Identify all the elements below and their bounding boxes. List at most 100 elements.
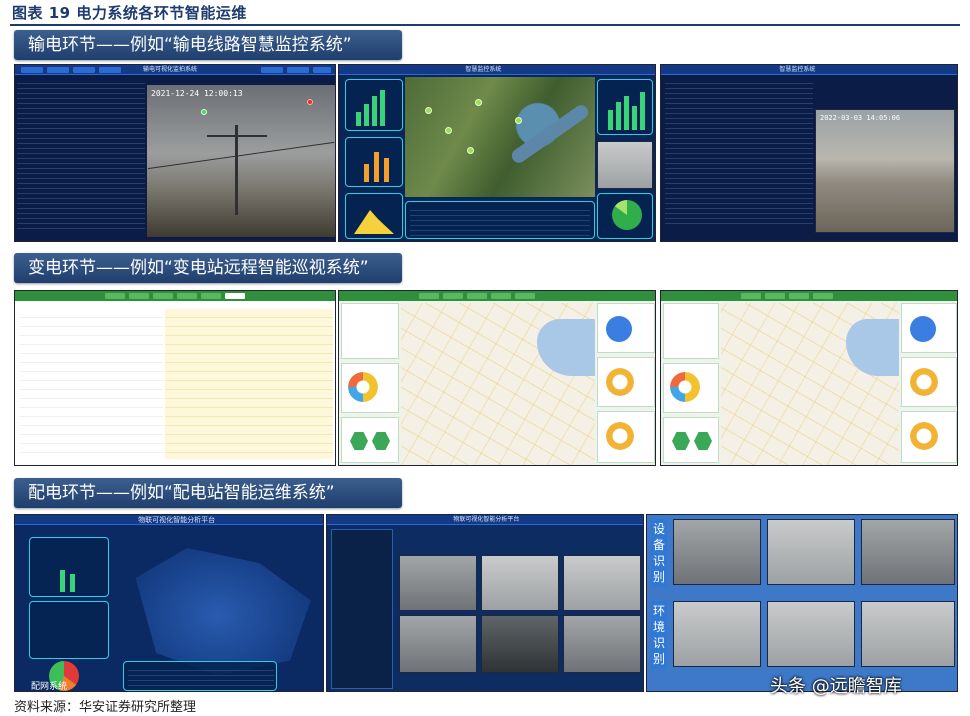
hexagon-widget	[663, 417, 719, 463]
camera-feed[interactable]	[481, 555, 559, 611]
environment-camera[interactable]	[673, 601, 761, 667]
donut-chart	[670, 372, 700, 402]
nav-tab[interactable]	[153, 293, 173, 299]
device-stats-widget	[29, 601, 109, 659]
equipment-camera[interactable]	[673, 519, 761, 585]
pie-chart	[910, 316, 936, 342]
stats-widget-pie	[597, 193, 653, 239]
tower-crossarm	[207, 135, 267, 137]
transmission-map-screen: 智慧监控系统	[338, 64, 656, 242]
screen-header: 物联可视化智能分析平台	[453, 516, 520, 523]
chart-bar	[624, 96, 629, 130]
section-banner-distribution: 配电环节——例如“配电站智能运维系统”	[14, 478, 402, 508]
nav-tab[interactable]	[813, 293, 833, 299]
toolbar-button[interactable]	[261, 67, 283, 73]
substation-map-screen	[338, 290, 656, 466]
hexagon-icon	[694, 432, 712, 450]
transmission-site-screen: 智慧监控系统 2022-03-03 14:05:06	[660, 64, 958, 242]
nav-tab[interactable]	[789, 293, 809, 299]
donut-widget	[597, 357, 655, 407]
point-list-table	[19, 309, 163, 459]
nav-tab[interactable]	[443, 293, 463, 299]
screen-header: 输电可视化监拍系统	[143, 66, 198, 73]
screen-topbar: 输电可视化监拍系统	[15, 65, 335, 75]
nav-tab[interactable]	[467, 293, 487, 299]
status-widget	[901, 303, 957, 353]
nav-tab[interactable]	[765, 293, 785, 299]
transmission-camera-screen: 输电可视化监拍系统 2021-12-24 12:00:13	[14, 64, 336, 242]
alarm-table	[405, 201, 595, 239]
camera-feed[interactable]	[399, 615, 477, 673]
camera-timestamp: 2021-12-24 12:00:13	[151, 89, 243, 98]
toolbar-button[interactable]	[313, 67, 331, 73]
nav-tab[interactable]	[177, 293, 197, 299]
camera-feed[interactable]	[563, 615, 641, 673]
road-map[interactable]	[401, 303, 595, 465]
device-count-widget	[341, 303, 399, 359]
chart-bar	[356, 112, 361, 126]
toolbar-button[interactable]	[287, 67, 309, 73]
camera-feed[interactable]	[563, 555, 641, 611]
site-pin-icon[interactable]	[425, 107, 432, 114]
site-pin-icon[interactable]	[445, 127, 452, 134]
stats-widget-bars	[29, 537, 109, 597]
satellite-map[interactable]	[405, 77, 595, 197]
road-map[interactable]	[721, 303, 899, 465]
record-table	[665, 79, 813, 224]
section-banner-substation: 变电环节——例如“变电站远程智能巡视系统”	[14, 253, 402, 283]
donut-widget	[341, 363, 399, 413]
hexagon-icon	[672, 432, 690, 450]
nav-tab-active[interactable]	[225, 293, 245, 299]
sea-area	[536, 319, 595, 376]
chart-bar	[616, 102, 621, 130]
toolbar-button[interactable]	[99, 67, 121, 73]
distribution-video-screen: 物联可视化智能分析平台	[326, 514, 644, 692]
camera-feed[interactable]	[399, 555, 477, 611]
nav-tab[interactable]	[491, 293, 511, 299]
chart-bar	[632, 106, 637, 130]
chart-bar	[380, 90, 385, 126]
nav-tab[interactable]	[129, 293, 149, 299]
toolbar-button[interactable]	[73, 67, 95, 73]
donut-chart	[606, 422, 634, 450]
nav-tab[interactable]	[105, 293, 125, 299]
toolbar-button[interactable]	[47, 67, 69, 73]
donut-chart	[606, 368, 634, 396]
nav-tab[interactable]	[201, 293, 221, 299]
screen-topbar: 智慧监控系统	[339, 65, 655, 75]
substation-map-screen-2	[660, 290, 958, 466]
title-divider	[10, 24, 960, 26]
chart-bar	[372, 96, 377, 126]
site-photo[interactable]	[597, 141, 653, 189]
chart-bar	[608, 110, 613, 130]
nav-tab[interactable]	[741, 293, 761, 299]
environment-camera[interactable]	[767, 601, 855, 667]
distribution-platform-screen: 物联可视化智能分析平台 配网系统	[14, 514, 324, 692]
toolbar-button[interactable]	[21, 67, 43, 73]
site-pin-icon[interactable]	[475, 99, 482, 106]
nav-tab[interactable]	[419, 293, 439, 299]
site-pin-icon[interactable]	[467, 147, 474, 154]
distribution-recognition-screen: 设备识别 环境识别	[646, 514, 958, 692]
donut-widget	[901, 411, 957, 463]
chart-bar	[384, 158, 389, 182]
gauge-camera[interactable]	[767, 519, 855, 585]
source-note: 资料来源：华安证券研究所整理	[14, 700, 197, 715]
hexagon-icon	[372, 432, 390, 450]
site-pin-icon[interactable]	[515, 117, 522, 124]
camera-feed[interactable]	[481, 615, 559, 673]
nav-tab[interactable]	[515, 293, 535, 299]
screen-topbar: 智慧监控系统	[661, 65, 957, 75]
equipment-camera[interactable]	[861, 519, 955, 585]
chart-bar	[374, 152, 379, 182]
device-tree[interactable]	[331, 529, 393, 689]
environment-camera[interactable]	[861, 601, 955, 667]
donut-widget	[663, 363, 719, 413]
power-line	[147, 141, 335, 170]
chart-bar	[364, 104, 369, 126]
river	[509, 102, 591, 166]
equipment-recognition-label: 设备识别	[651, 519, 667, 587]
donut-chart	[910, 422, 938, 450]
stats-widget-area	[345, 193, 403, 239]
tower-camera-image: 2021-12-24 12:00:13	[147, 85, 335, 237]
